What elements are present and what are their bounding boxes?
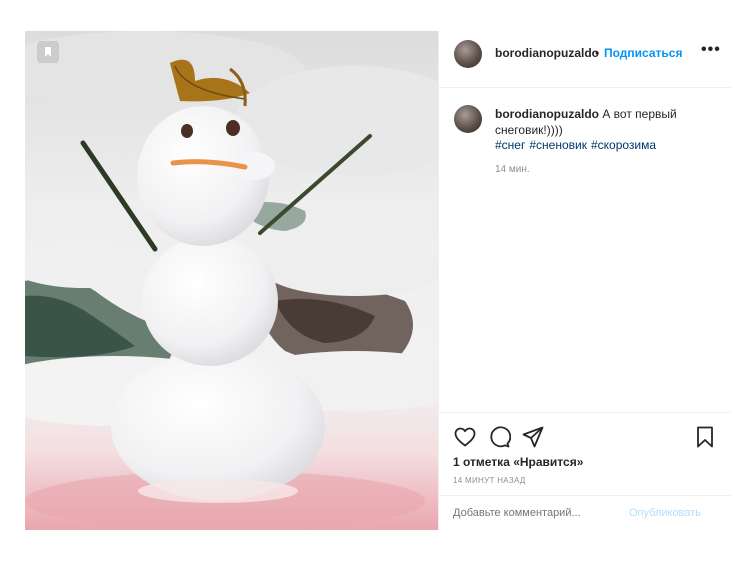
caption-text: borodianopuzaldo А вот первый снеговик!)… xyxy=(495,106,715,138)
caption-time: 14 мин. xyxy=(495,164,530,175)
post-header: borodianopuzaldo • Подписаться ••• xyxy=(439,31,731,88)
comment-bar: Опубликовать xyxy=(439,495,731,531)
post-sidebar: borodianopuzaldo • Подписаться ••• borod… xyxy=(438,31,731,530)
action-icons xyxy=(453,425,717,449)
hashtag-link[interactable]: #сненовик xyxy=(529,138,587,152)
instagram-post: borodianopuzaldo • Подписаться ••• borod… xyxy=(25,31,731,530)
hashtags: #снег #сненовик #скорозима xyxy=(495,138,660,152)
header-username[interactable]: borodianopuzaldo xyxy=(495,46,599,60)
separator-dot: • xyxy=(595,46,600,60)
follow-button[interactable]: Подписаться xyxy=(604,46,682,60)
comment-input[interactable] xyxy=(453,507,623,519)
snowman-photo xyxy=(25,31,438,530)
hashtag-link[interactable]: #снег xyxy=(495,138,525,152)
likes-count[interactable]: 1 отметка «Нравится» xyxy=(453,455,583,469)
comment-icon[interactable] xyxy=(487,425,511,449)
hashtag-link[interactable]: #скорозима xyxy=(591,138,656,152)
post-timestamp: 14 МИНУТ НАЗАД xyxy=(453,476,526,485)
post-photo[interactable] xyxy=(25,31,438,530)
caption-avatar[interactable] xyxy=(454,105,482,133)
publish-button[interactable]: Опубликовать xyxy=(629,507,701,519)
bookmark-icon[interactable] xyxy=(693,425,717,449)
heart-icon[interactable] xyxy=(453,425,477,449)
more-options-icon[interactable]: ••• xyxy=(701,41,721,59)
avatar[interactable] xyxy=(454,40,482,68)
share-icon[interactable] xyxy=(521,425,545,449)
post-actions: 1 отметка «Нравится» 14 МИНУТ НАЗАД Опуб… xyxy=(439,412,731,530)
collection-icon[interactable] xyxy=(37,41,59,63)
caption-username[interactable]: borodianopuzaldo xyxy=(495,107,599,121)
